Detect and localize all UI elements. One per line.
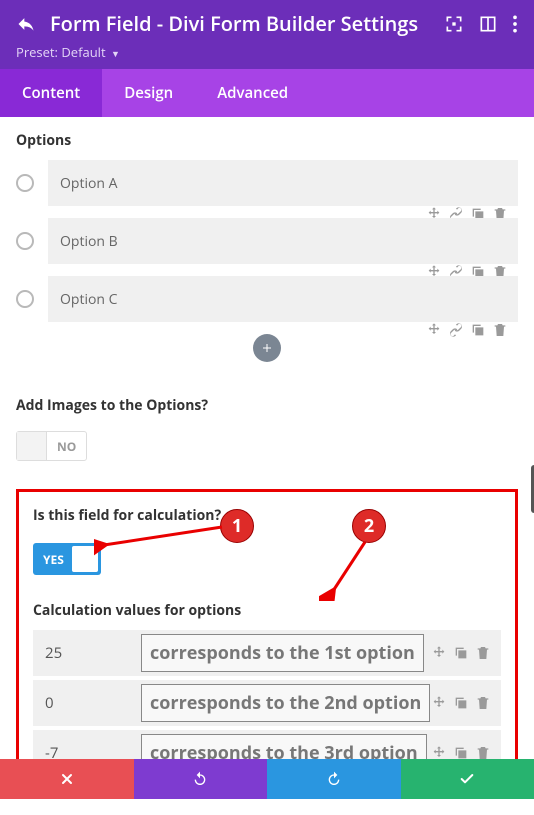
annotation-marker-1: 1 — [220, 509, 254, 543]
calc-toggle-heading: Is this field for calculation? — [33, 506, 501, 525]
duplicate-icon[interactable] — [453, 645, 469, 661]
calc-value-row: corresponds to the 2nd option — [33, 680, 501, 726]
radio-icon[interactable] — [16, 232, 34, 250]
annotation-label: corresponds to the 2nd option — [141, 684, 430, 722]
trash-icon[interactable] — [475, 645, 491, 661]
duplicate-icon[interactable] — [453, 745, 469, 759]
tabs: Content Design Advanced — [0, 69, 534, 117]
footer-actions — [0, 759, 534, 799]
calc-values-list: corresponds to the 1st option correspond… — [33, 630, 501, 759]
tab-advanced[interactable]: Advanced — [195, 69, 310, 117]
radio-icon[interactable] — [16, 290, 34, 308]
option-input[interactable] — [48, 218, 518, 264]
undo-button[interactable] — [134, 759, 268, 799]
tab-design[interactable]: Design — [102, 69, 195, 117]
focus-icon[interactable] — [444, 14, 464, 34]
annotation-label: corresponds to the 3rd option — [141, 734, 427, 759]
redo-button[interactable] — [267, 759, 401, 799]
trash-icon[interactable] — [475, 745, 491, 759]
annotation-frame: Is this field for calculation? YES 1 2 C… — [16, 489, 518, 759]
settings-header: Form Field - Divi Form Builder Settings … — [0, 0, 534, 69]
kebab-icon[interactable] — [512, 14, 518, 34]
confirm-button[interactable] — [401, 759, 534, 799]
duplicate-icon[interactable] — [470, 322, 486, 338]
add-images-heading: Add Images to the Options? — [16, 396, 518, 415]
add-images-toggle[interactable]: NO — [16, 431, 87, 461]
option-row — [16, 160, 518, 206]
calc-value-row: corresponds to the 3rd option — [33, 730, 501, 759]
calculation-toggle[interactable]: YES — [33, 543, 101, 575]
chevron-down-icon: ▼ — [111, 47, 120, 60]
annotation-arrow-1 — [94, 519, 229, 559]
annotation-arrow-2 — [319, 536, 379, 601]
duplicate-icon[interactable] — [453, 695, 469, 711]
option-row — [16, 218, 518, 264]
settings-body: Options — [0, 117, 534, 759]
add-option-button[interactable] — [253, 334, 281, 362]
option-input[interactable] — [48, 160, 518, 206]
options-heading: Options — [16, 131, 518, 150]
radio-icon[interactable] — [16, 174, 34, 192]
tab-content[interactable]: Content — [0, 69, 102, 117]
layout-icon[interactable] — [478, 14, 498, 34]
annotation-label: corresponds to the 1st option — [141, 634, 424, 672]
move-icon[interactable] — [431, 745, 447, 759]
move-icon[interactable] — [431, 695, 447, 711]
option-input[interactable] — [48, 276, 518, 322]
back-icon[interactable] — [16, 14, 36, 34]
cancel-button[interactable] — [0, 759, 134, 799]
move-icon[interactable] — [426, 322, 442, 338]
options-list — [16, 160, 518, 322]
option-row — [16, 276, 518, 322]
annotation-marker-2: 2 — [352, 509, 386, 543]
trash-icon[interactable] — [492, 322, 508, 338]
calc-value-row: corresponds to the 1st option — [33, 630, 501, 676]
preset-selector[interactable]: Preset: Default ▼ — [16, 43, 518, 61]
modal-title: Form Field - Divi Form Builder Settings — [50, 10, 430, 37]
trash-icon[interactable] — [475, 695, 491, 711]
calc-values-heading: Calculation values for options — [33, 601, 501, 620]
link-icon[interactable] — [448, 322, 464, 338]
move-icon[interactable] — [431, 645, 447, 661]
